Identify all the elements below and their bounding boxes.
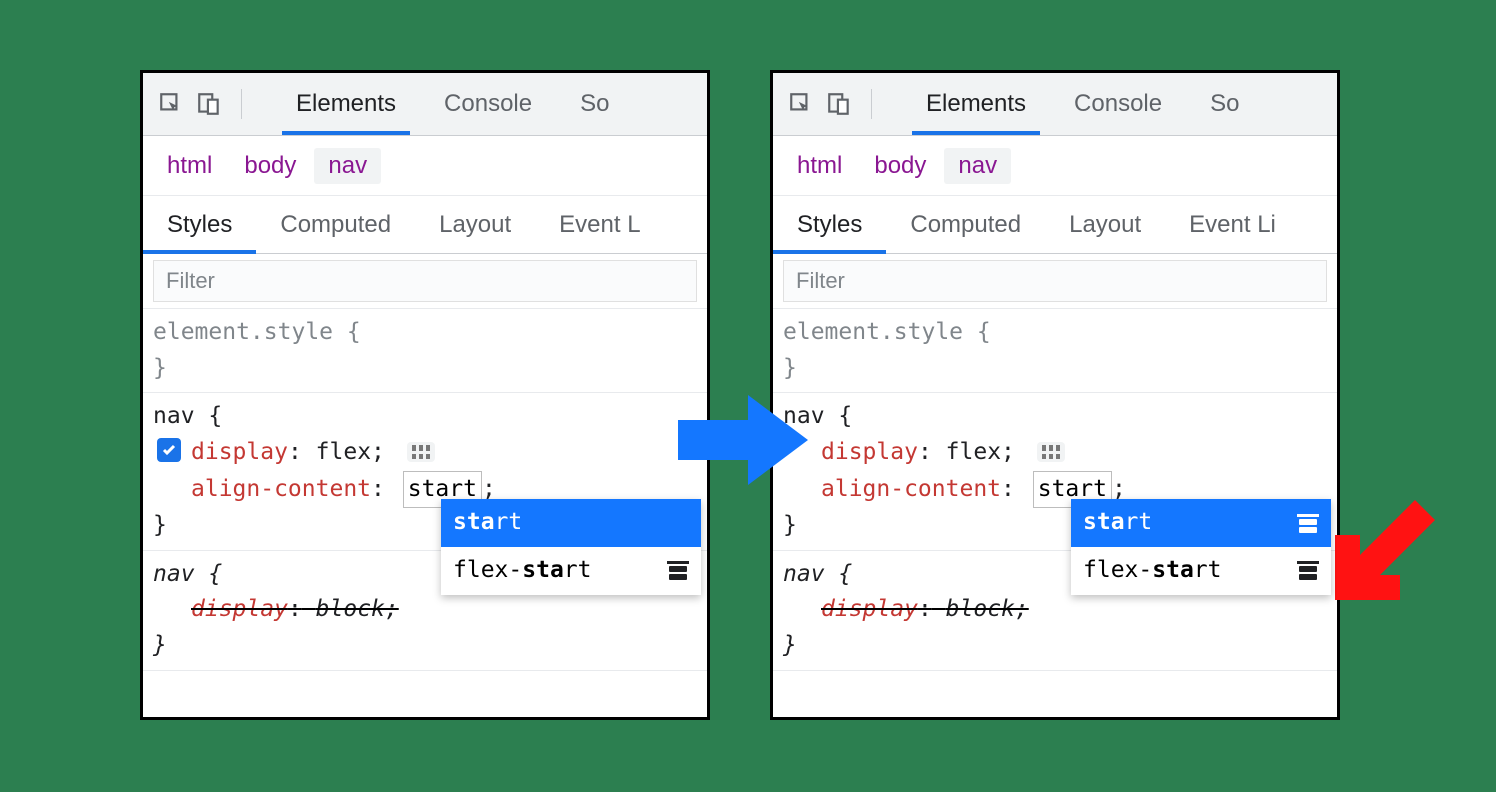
devtools-panel-before: Elements Console So html body nav Styles… [140,70,710,720]
tab-console[interactable]: Console [1050,73,1186,135]
inspect-icon[interactable] [787,90,815,118]
autocomplete-popup: start flex-start [1071,499,1331,594]
subtab-styles[interactable]: Styles [773,196,886,253]
devtools-panel-after: Elements Console So html body nav Styles… [770,70,1340,720]
styles-body: element.style { } nav { display: flex; a… [773,309,1337,671]
crumb-nav[interactable]: nav [314,148,381,184]
close-brace: } [153,512,167,538]
inspect-icon[interactable] [157,90,185,118]
selector-nav-ua: nav { [783,561,852,587]
tab-sources-partial[interactable]: So [556,73,633,135]
crumb-nav[interactable]: nav [944,148,1011,184]
prop-display-ua: display: block; [783,592,1327,628]
device-toggle-icon[interactable] [195,90,223,118]
subtabs: Styles Computed Layout Event L [143,196,707,254]
toolbar-divider [241,89,242,119]
checkbox-icon[interactable] [157,438,181,462]
align-start-icon [667,561,689,580]
devtools-toolbar: Elements Console So [773,73,1337,136]
toolbar-tabs: Elements Console So [902,73,1263,135]
prop-value-flex[interactable]: flex [946,439,1001,465]
subtab-computed[interactable]: Computed [256,196,415,253]
tab-elements[interactable]: Elements [272,73,420,135]
subtab-event-listeners[interactable]: Event L [535,196,664,253]
autocomplete-item-start[interactable]: start [441,499,701,547]
close-brace: } [783,512,797,538]
align-start-icon [1297,561,1319,580]
devtools-toolbar: Elements Console So [143,73,707,136]
rule-nav[interactable]: nav { display: flex; align-content: star… [773,393,1337,551]
styles-filter-input[interactable] [783,260,1327,302]
filter-row [773,254,1337,309]
toolbar-tabs: Elements Console So [272,73,633,135]
flex-editor-icon[interactable] [1037,442,1065,462]
rule-nav[interactable]: nav { display: flex; align-content: star… [143,393,707,551]
close-brace: } [783,632,797,658]
prop-display-ua: display: block; [153,592,697,628]
tab-console[interactable]: Console [420,73,556,135]
prop-value-flex[interactable]: flex [316,439,371,465]
subtab-layout[interactable]: Layout [415,196,535,253]
styles-body: element.style { } nav { display: flex; a… [143,309,707,671]
rule-element-style[interactable]: element.style { } [143,309,707,393]
attention-arrow-icon [1330,500,1440,610]
tab-elements[interactable]: Elements [902,73,1050,135]
selector-nav: nav { [153,403,222,429]
toolbar-divider [871,89,872,119]
autocomplete-item-start[interactable]: start [1071,499,1331,547]
crumb-body[interactable]: body [230,148,310,184]
close-brace: } [783,355,797,381]
selector-element-style: element.style { [783,319,991,345]
device-toggle-icon[interactable] [825,90,853,118]
close-brace: } [153,632,167,658]
selector-element-style: element.style { [153,319,361,345]
styles-filter-input[interactable] [153,260,697,302]
subtab-computed[interactable]: Computed [886,196,1045,253]
rule-element-style[interactable]: element.style { } [773,309,1337,393]
tab-sources-partial[interactable]: So [1186,73,1263,135]
subtab-layout[interactable]: Layout [1045,196,1165,253]
crumb-html[interactable]: html [783,148,856,184]
subtab-styles[interactable]: Styles [143,196,256,253]
prop-name-display: display [821,439,918,465]
subtabs: Styles Computed Layout Event Li [773,196,1337,254]
prop-display[interactable]: display: flex; [783,435,1327,471]
prop-name-align-content: align-content [191,476,371,502]
breadcrumb: html body nav [773,136,1337,196]
crumb-body[interactable]: body [860,148,940,184]
breadcrumb: html body nav [143,136,707,196]
autocomplete-popup: start flex-start [441,499,701,594]
close-brace: } [153,355,167,381]
autocomplete-item-flex-start[interactable]: flex-start [1071,547,1331,595]
selector-nav-ua: nav { [153,561,222,587]
prop-name-align-content: align-content [821,476,1001,502]
subtab-event-listeners[interactable]: Event Li [1165,196,1300,253]
autocomplete-item-flex-start[interactable]: flex-start [441,547,701,595]
align-start-icon [1297,514,1319,533]
prop-name-display: display [191,439,288,465]
prop-display[interactable]: display: flex; [153,435,697,471]
crumb-html[interactable]: html [153,148,226,184]
flex-editor-icon[interactable] [407,442,435,462]
filter-row [143,254,707,309]
arrow-right-icon [678,390,808,490]
